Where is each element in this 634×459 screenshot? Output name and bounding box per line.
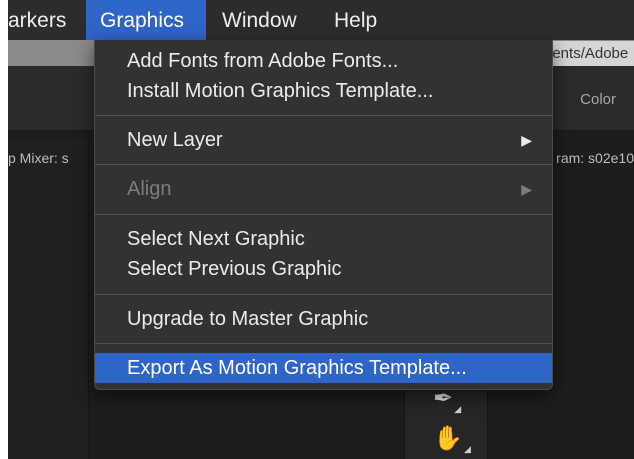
- tab-color[interactable]: Color: [580, 91, 616, 108]
- premiere-window: arkers Graphics Window Help nents/Adobe …: [8, 0, 634, 459]
- menu-window[interactable]: Window: [208, 0, 311, 40]
- menu-item-select-previous-graphic[interactable]: Select Previous Graphic: [95, 254, 552, 284]
- program-monitor-title[interactable]: ram: s02e10: [556, 150, 634, 166]
- hand-tool-icon[interactable]: ✋ ◢: [433, 424, 471, 454]
- menu-markers[interactable]: arkers: [8, 0, 80, 40]
- submenu-arrow-icon: ▶: [521, 181, 532, 197]
- menu-item-align: Align ▶: [95, 174, 552, 204]
- menu-item-label: Select Next Graphic: [127, 228, 305, 250]
- menu-item-label: Align: [127, 178, 172, 200]
- menu-separator: [95, 164, 552, 165]
- menu-item-label: Export As Motion Graphics Template...: [127, 357, 467, 379]
- menu-item-upgrade-master-graphic[interactable]: Upgrade to Master Graphic: [95, 304, 552, 334]
- menu-graphics[interactable]: Graphics: [86, 0, 206, 40]
- audio-mixer-panel: [8, 138, 89, 459]
- graphics-menu-dropdown: Add Fonts from Adobe Fonts... Install Mo…: [94, 40, 553, 390]
- submenu-arrow-icon: ▶: [521, 132, 532, 148]
- menu-item-label: Upgrade to Master Graphic: [127, 308, 369, 330]
- menu-separator: [95, 214, 552, 215]
- menu-bar: arkers Graphics Window Help: [8, 0, 634, 40]
- menu-item-label: New Layer: [127, 129, 223, 151]
- menu-item-label: Install Motion Graphics Template...: [127, 80, 434, 102]
- menu-help[interactable]: Help: [320, 0, 391, 40]
- menu-item-label: Add Fonts from Adobe Fonts...: [127, 50, 399, 72]
- menu-item-new-layer[interactable]: New Layer ▶: [95, 125, 552, 155]
- menu-separator: [95, 343, 552, 344]
- menu-item-add-fonts[interactable]: Add Fonts from Adobe Fonts...: [95, 46, 552, 76]
- menu-separator: [95, 115, 552, 116]
- menu-item-install-mogrt[interactable]: Install Motion Graphics Template...: [95, 76, 552, 106]
- menu-separator: [95, 294, 552, 295]
- audio-mixer-panel-title[interactable]: p Mixer: s: [8, 150, 69, 166]
- menu-item-select-next-graphic[interactable]: Select Next Graphic: [95, 224, 552, 254]
- menu-item-label: Select Previous Graphic: [127, 258, 342, 280]
- workspace-path-tab[interactable]: nents/Adobe: [540, 41, 634, 67]
- menu-item-export-mogrt[interactable]: Export As Motion Graphics Template...: [95, 353, 552, 383]
